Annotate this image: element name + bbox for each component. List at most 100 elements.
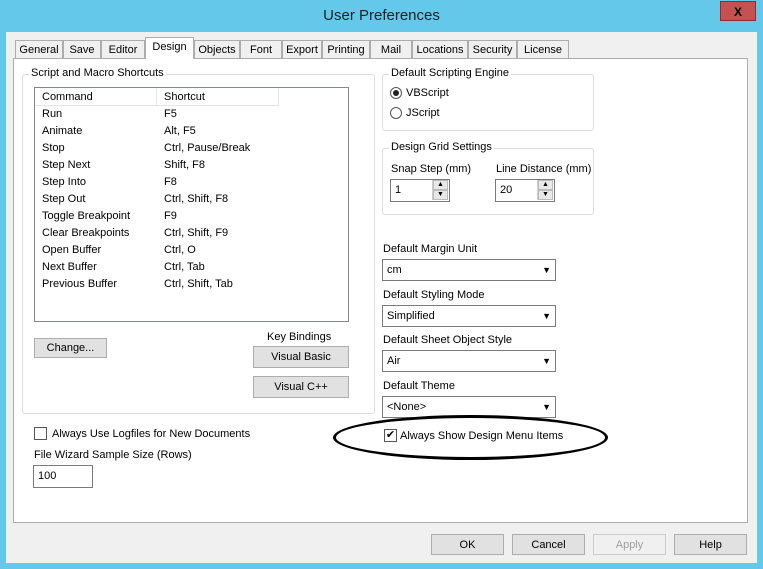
command-cell: Clear Breakpoints [42,227,130,239]
command-cell: Step Into [42,176,87,188]
sheet-style-label: Default Sheet Object Style [383,334,513,346]
ok-button[interactable]: OK [431,534,504,555]
margin-unit-label: Default Margin Unit [383,243,478,255]
shortcut-cell: Ctrl, Shift, Tab [164,278,233,290]
checkmark-icon: ✔ [385,429,396,441]
theme-label: Default Theme [383,380,455,392]
tab-export[interactable]: Export [282,40,322,59]
command-cell: Stop [42,142,65,154]
snap-step-input[interactable]: 1 ▲ ▼ [390,179,450,202]
line-distance-spinner[interactable]: ▲ ▼ [537,180,553,200]
table-row[interactable]: Step Out Ctrl, Shift, F8 [42,191,342,208]
command-cell: Step Next [42,159,91,171]
chevron-down-icon: ▼ [542,402,551,412]
chevron-down-icon: ▼ [542,265,551,275]
line-distance-value: 20 [500,184,513,196]
line-distance-input[interactable]: 20 ▲ ▼ [495,179,555,202]
command-cell: Toggle Breakpoint [42,210,131,222]
theme-value: <None> [387,401,427,413]
vbscript-radio[interactable] [390,87,402,99]
tab-objects[interactable]: Objects [194,40,240,59]
tab-mail[interactable]: Mail [370,40,412,59]
styling-mode-value: Simplified [387,310,435,322]
margin-unit-select[interactable]: cm ▼ [382,259,556,281]
table-row[interactable]: Previous Buffer Ctrl, Shift, Tab [42,276,342,293]
tab-license[interactable]: License [517,40,569,59]
command-cell: Previous Buffer [42,278,118,290]
sheet-style-select[interactable]: Air ▼ [382,350,556,372]
table-row[interactable]: Stop Ctrl, Pause/Break [42,140,342,157]
shortcut-cell: Ctrl, Pause/Break [164,142,251,154]
snap-step-value: 1 [395,184,402,196]
command-cell: Next Buffer [42,261,97,273]
jscript-label: JScript [406,107,440,119]
table-row[interactable]: Animate Alt, F5 [42,123,342,140]
shortcut-cell: F9 [164,210,177,222]
tab-editor[interactable]: Editor [101,40,145,59]
apply-button[interactable]: Apply [593,534,666,555]
grid-title: Design Grid Settings [389,141,494,153]
shortcut-cell: Ctrl, Shift, F9 [164,227,229,239]
table-row[interactable]: Toggle Breakpoint F9 [42,208,342,225]
shortcut-cell: Alt, F5 [164,125,196,137]
styling-mode-label: Default Styling Mode [383,289,485,301]
wizard-sample-size-input[interactable]: 100 [33,465,93,488]
window-title: User Preferences [323,7,440,24]
jscript-radio[interactable] [390,107,402,119]
command-cell: Step Out [42,193,86,205]
key-bindings-label: Key Bindings [267,331,332,343]
snap-step-spinner[interactable]: ▲ ▼ [432,180,448,200]
command-cell: Animate [42,125,83,137]
tab-design[interactable]: Design [145,37,194,59]
shortcut-cell: Ctrl, Shift, F8 [164,193,229,205]
close-button[interactable]: X [720,1,756,21]
chevron-down-icon: ▼ [542,356,551,366]
spin-down-icon[interactable]: ▼ [538,190,553,200]
spin-up-icon[interactable]: ▲ [538,180,553,190]
change-button[interactable]: Change... [34,338,107,358]
visual-basic-button[interactable]: Visual Basic [253,346,349,368]
line-distance-label: Line Distance (mm) [496,163,592,175]
column-header-command[interactable]: Command [35,88,157,106]
shortcuts-title: Script and Macro Shortcuts [29,67,166,79]
column-header-shortcut[interactable]: Shortcut [157,88,279,106]
tab-general[interactable]: General [15,40,63,59]
scripting-title: Default Scripting Engine [389,67,512,79]
shortcut-cell: Ctrl, O [164,244,196,256]
snap-step-label: Snap Step (mm) [391,163,472,175]
design-menu-label: Always Show Design Menu Items [400,430,564,442]
shortcut-cell: F5 [164,108,177,120]
styling-mode-select[interactable]: Simplified ▼ [382,305,556,327]
shortcut-cell: Shift, F8 [164,159,205,171]
table-row[interactable]: Step Next Shift, F8 [42,157,342,174]
table-row[interactable]: Clear Breakpoints Ctrl, Shift, F9 [42,225,342,242]
table-row[interactable]: Next Buffer Ctrl, Tab [42,259,342,276]
table-row[interactable]: Open Buffer Ctrl, O [42,242,342,259]
chevron-down-icon: ▼ [542,311,551,321]
table-row[interactable]: Step Into F8 [42,174,342,191]
wizard-label: File Wizard Sample Size (Rows) [34,449,192,461]
tab-font[interactable]: Font [240,40,282,59]
command-cell: Open Buffer [42,244,102,256]
table-row[interactable]: Run F5 [42,106,342,123]
spin-down-icon[interactable]: ▼ [433,190,448,200]
design-menu-checkbox[interactable]: ✔ [384,429,397,442]
visual-cpp-button[interactable]: Visual C++ [253,376,349,398]
spin-up-icon[interactable]: ▲ [433,180,448,190]
logfiles-label: Always Use Logfiles for New Documents [52,428,251,440]
command-cell: Run [42,108,63,120]
tab-printing[interactable]: Printing [322,40,370,59]
vbscript-label: VBScript [406,87,449,99]
sheet-style-value: Air [387,355,401,367]
cancel-button[interactable]: Cancel [512,534,585,555]
tab-locations[interactable]: Locations [412,40,468,59]
scripting-engine-group: Default Scripting Engine [382,67,594,131]
tab-save[interactable]: Save [63,40,101,59]
tab-security[interactable]: Security [468,40,517,59]
shortcut-cell: F8 [164,176,177,188]
shortcut-cell: Ctrl, Tab [164,261,205,273]
shortcuts-list[interactable]: Command Shortcut Run F5 Animate Alt, F5 Stop… [34,87,349,322]
logfiles-checkbox[interactable] [34,427,47,440]
help-button[interactable]: Help [674,534,747,555]
margin-unit-value: cm [387,264,402,276]
